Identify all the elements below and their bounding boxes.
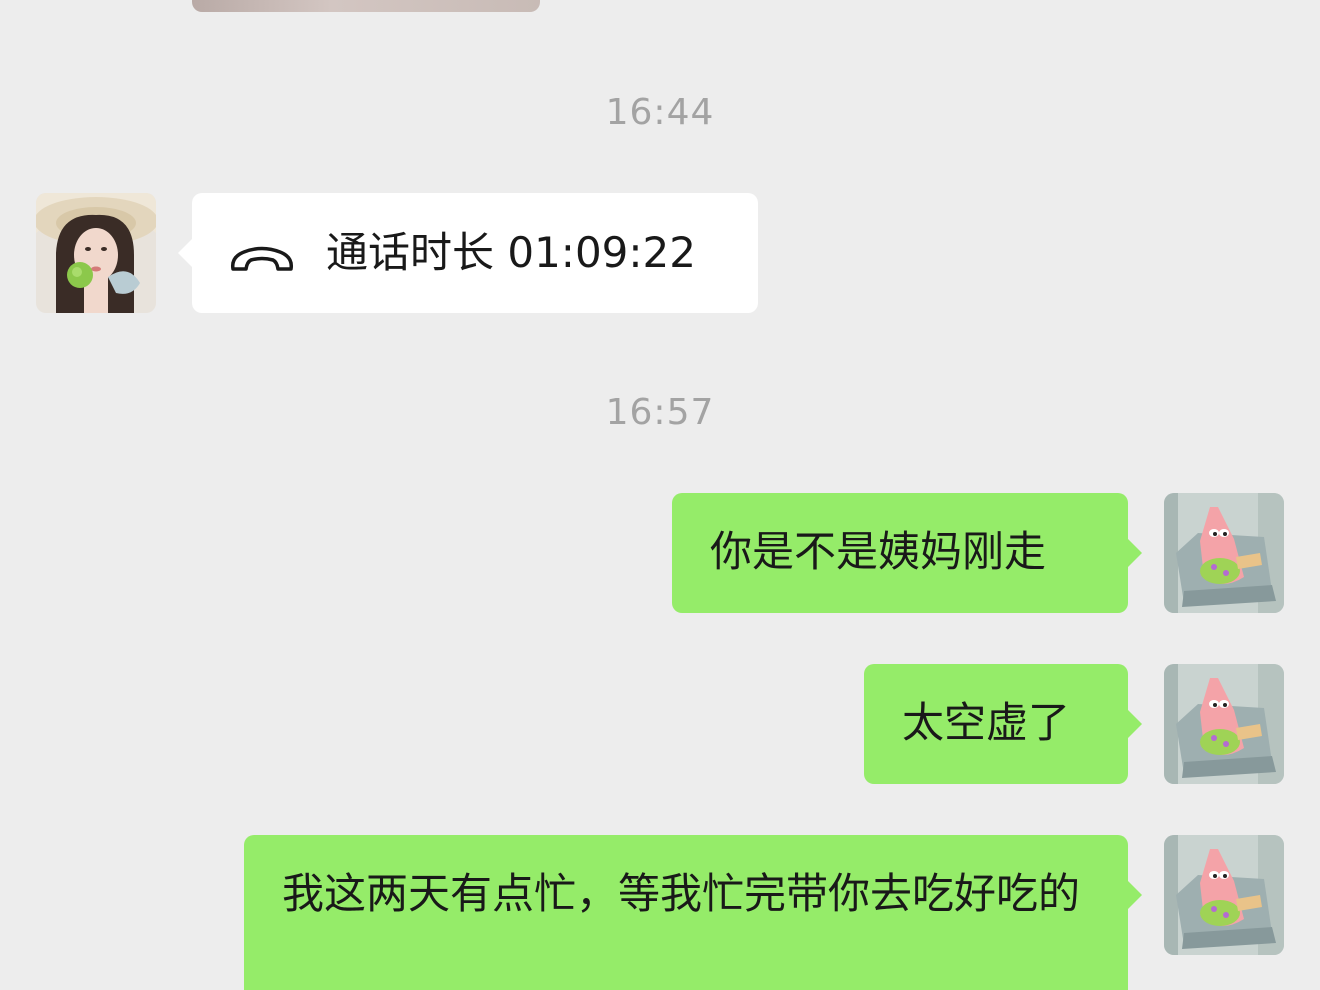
bubble-tail xyxy=(178,239,192,267)
bubble-tail xyxy=(1128,539,1142,567)
timestamp: 16:57 xyxy=(605,392,715,433)
message-text: 我这两天有点忙，等我忙完带你去吃好吃的 xyxy=(282,869,1081,918)
call-duration-text: 通话时长 01:09:22 xyxy=(326,228,696,277)
contact-avatar[interactable] xyxy=(36,193,156,313)
chat-message-area[interactable]: 16:44 通话时长 01:09:22 16:57 你是不是姨妈刚走 太空虚了 … xyxy=(0,0,1320,990)
self-avatar[interactable] xyxy=(1164,835,1284,955)
outgoing-message-bubble[interactable]: 你是不是姨妈刚走 xyxy=(672,493,1142,613)
message-text: 你是不是姨妈刚走 xyxy=(710,527,1047,576)
self-avatar[interactable] xyxy=(1164,664,1284,784)
timestamp: 16:44 xyxy=(605,92,715,133)
phone-hangup-icon xyxy=(228,235,296,271)
message-text: 太空虚了 xyxy=(902,698,1071,747)
bubble-tail xyxy=(1128,710,1142,738)
previous-image-message[interactable] xyxy=(192,0,540,12)
bubble-tail xyxy=(1128,881,1142,909)
outgoing-message-bubble[interactable]: 我这两天有点忙，等我忙完带你去吃好吃的 xyxy=(244,835,1142,990)
self-avatar[interactable] xyxy=(1164,493,1284,613)
call-record-bubble[interactable]: 通话时长 01:09:22 xyxy=(178,193,758,313)
outgoing-message-bubble[interactable]: 太空虚了 xyxy=(864,664,1142,784)
